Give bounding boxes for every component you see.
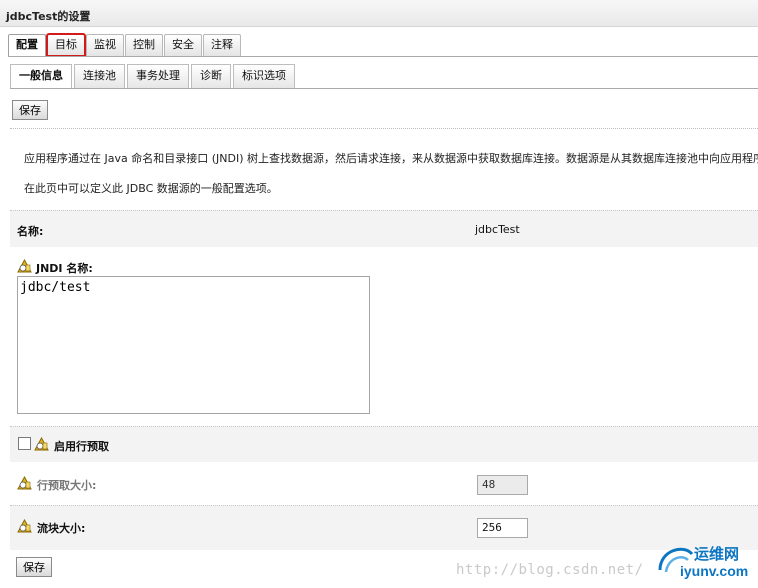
save-button-bottom[interactable]: 保存 (16, 557, 52, 577)
subtab-connection-pool[interactable]: 连接池 (74, 64, 125, 88)
warning-icon (17, 519, 32, 533)
jndi-label: JNDI 名称: (36, 262, 93, 275)
subtab-general[interactable]: 一般信息 (10, 64, 72, 88)
description-line-2: 在此页中可以定义此 JDBC 数据源的一般配置选项。 (24, 182, 278, 195)
row-prefetch-size-input[interactable]: 48 (477, 475, 528, 495)
tab-notes[interactable]: 注释 (203, 34, 241, 56)
tab-monitor[interactable]: 监视 (86, 34, 124, 56)
watermark-url: http://blog.csdn.net/ (456, 562, 644, 578)
jndi-name-textarea[interactable] (17, 276, 370, 414)
watermark-brand-en: iyunv.com (680, 563, 749, 579)
tab-security[interactable]: 安全 (164, 34, 202, 56)
window-title: jdbcTest的设置 (6, 10, 91, 23)
row-prefetch-label: 启用行预取 (54, 440, 109, 453)
divider (10, 128, 758, 129)
watermark-brand-cn: 运维网 (694, 545, 740, 563)
tab-config[interactable]: 配置 (8, 34, 46, 56)
subtab-identity[interactable]: 标识选项 (233, 64, 295, 88)
sub-tabs-divider (10, 88, 758, 89)
sub-tabs: 一般信息 连接池 事务处理 诊断 标识选项 (10, 64, 297, 88)
top-tabs: 配置 目标 监视 控制 安全 注释 (8, 33, 242, 57)
title-bar: jdbcTest的设置 (0, 0, 758, 27)
warning-icon (17, 259, 32, 273)
stream-chunk-size-label: 流块大小: (37, 522, 86, 535)
top-tabs-divider (8, 56, 758, 57)
row-prefetch-row (10, 426, 758, 462)
row-prefetch-size-label: 行预取大小: (37, 479, 97, 492)
subtab-diagnostics[interactable]: 诊断 (191, 64, 231, 88)
subtab-transaction[interactable]: 事务处理 (127, 64, 189, 88)
name-row (10, 210, 758, 247)
description-line-1: 应用程序通过在 Java 命名和目录接口 (JNDI) 树上查找数据源，然后请求… (24, 152, 758, 165)
stream-chunk-row (10, 505, 758, 550)
name-label: 名称: (17, 225, 44, 238)
stream-chunk-size-input[interactable]: 256 (477, 518, 528, 538)
warning-icon (34, 437, 49, 451)
save-button-top[interactable]: 保存 (12, 100, 48, 120)
warning-icon (17, 476, 32, 490)
tab-control[interactable]: 控制 (125, 34, 163, 56)
tab-targets[interactable]: 目标 (46, 33, 86, 57)
name-value: jdbcTest (475, 223, 520, 236)
row-prefetch-checkbox[interactable] (18, 437, 31, 450)
